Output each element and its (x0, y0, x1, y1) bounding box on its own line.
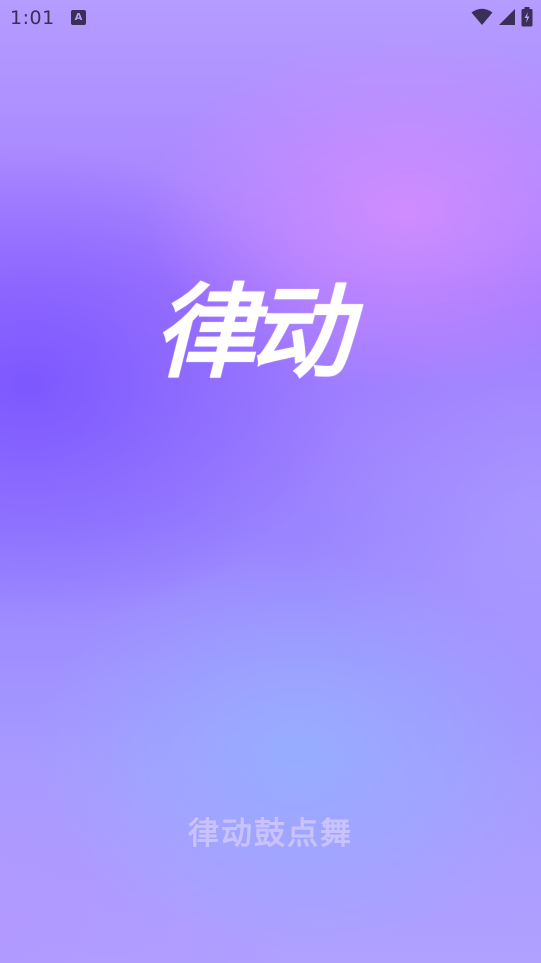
logo-text: 律动 (147, 274, 369, 393)
status-time: 1:01 (10, 7, 55, 29)
status-bar: 1:01 A (0, 0, 541, 38)
app-logo: 律动 (147, 274, 410, 393)
battery-charging-icon (521, 7, 533, 27)
cellular-signal-icon (499, 9, 515, 25)
status-icons (471, 7, 533, 27)
a-letter-icon: A (71, 10, 86, 25)
wifi-icon (471, 8, 493, 25)
app-caption: 律动鼓点舞 (188, 816, 353, 852)
